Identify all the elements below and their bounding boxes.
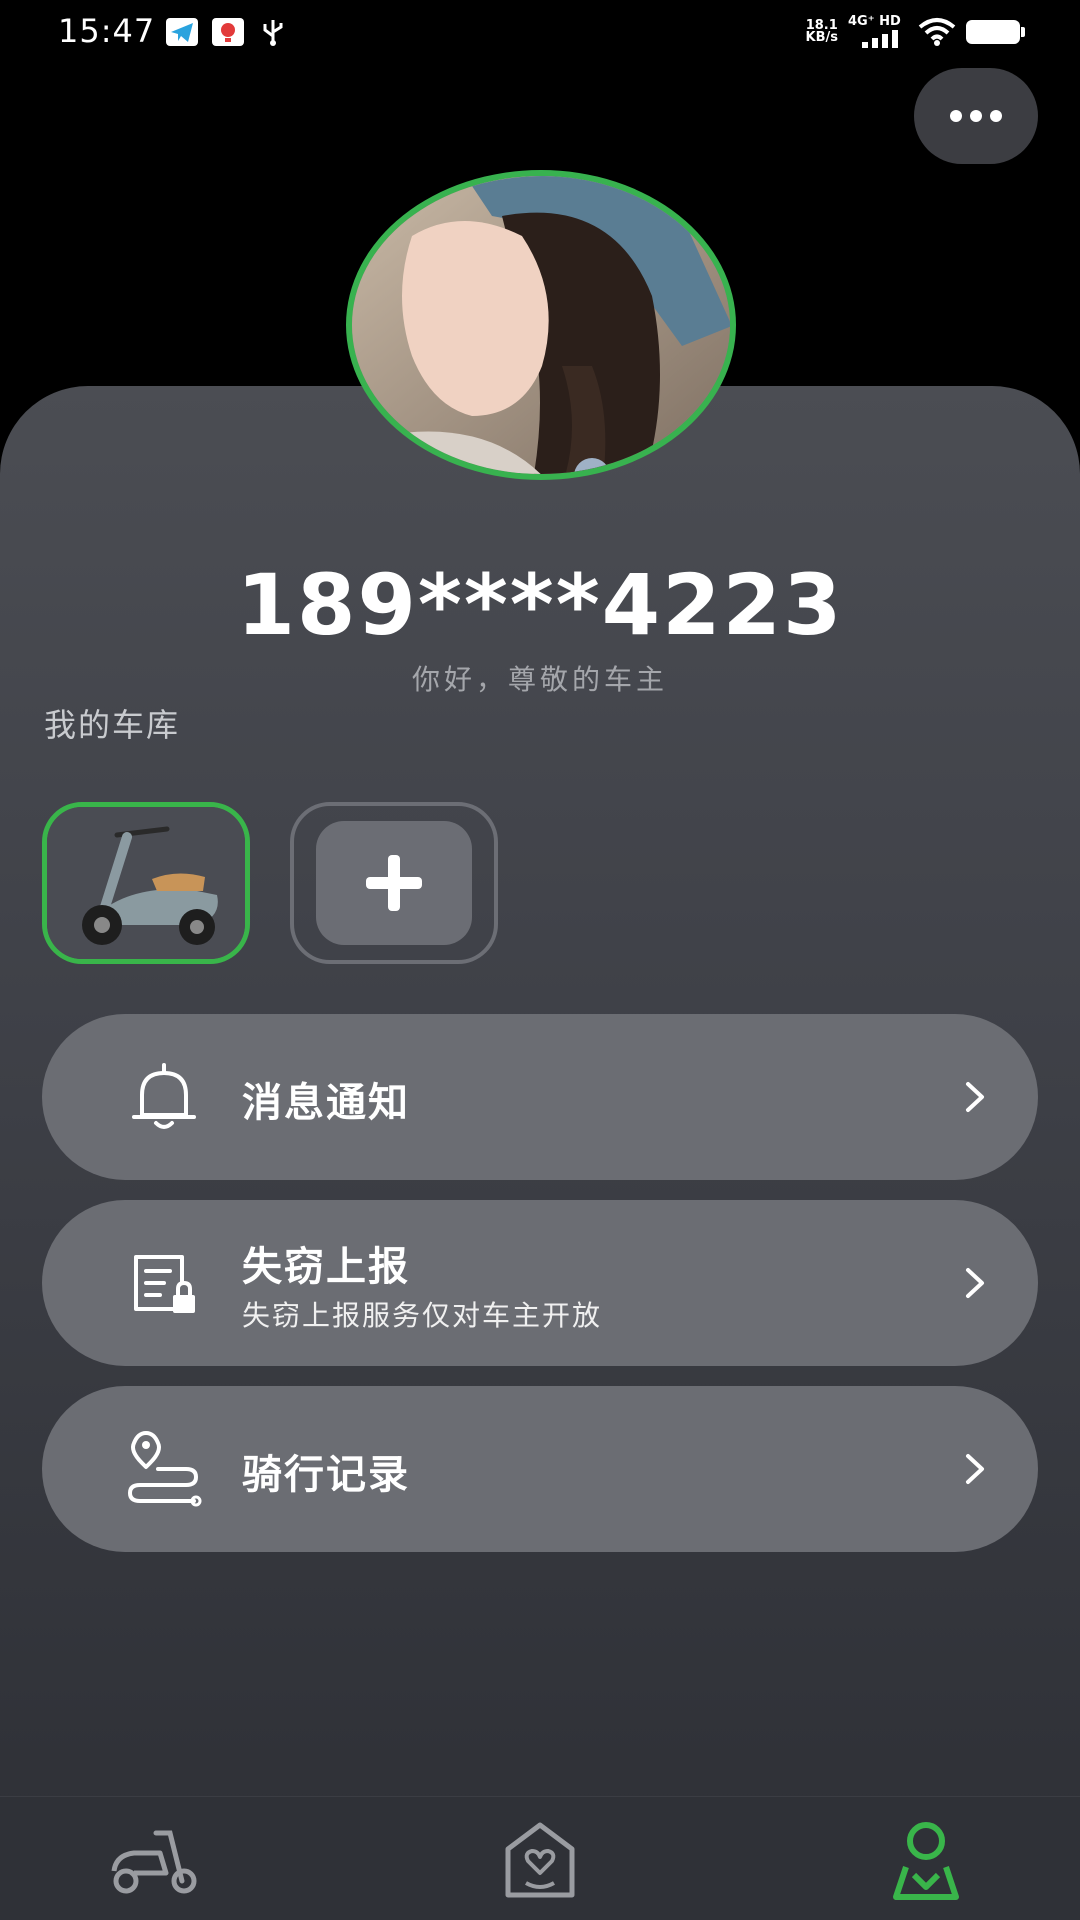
usb-icon: [263, 20, 283, 46]
more-dot: [990, 110, 1002, 122]
more-dots-icon: [950, 110, 962, 122]
menu-title: 骑行记录: [242, 1452, 410, 1498]
wifi-icon: [918, 18, 956, 46]
garage-label: 我的车库: [44, 706, 181, 744]
chevron-right-icon: [966, 1268, 984, 1298]
vehicle-tile[interactable]: [42, 802, 250, 964]
greeting-text: 你好，尊敬的车主: [411, 663, 668, 696]
notification-app-icon: [212, 18, 244, 46]
avatar[interactable]: [346, 170, 736, 480]
home-heart-icon[interactable]: [490, 1811, 590, 1911]
more-dot: [970, 110, 982, 122]
status-time: 15:47: [58, 12, 156, 50]
telegram-icon: [166, 18, 198, 46]
menu-subtitle: 失窃上报服务仅对车主开放: [242, 1299, 603, 1332]
net-speed-unit: KB/s: [805, 30, 838, 45]
scooter-image: [47, 807, 245, 959]
scooter-tab-icon[interactable]: [104, 1811, 204, 1911]
menu-item-notifications[interactable]: 消息通知: [42, 1014, 1038, 1180]
bell-icon: [132, 1063, 196, 1129]
menu-title: 消息通知: [242, 1080, 410, 1126]
menu-item-ride-records[interactable]: 骑行记录: [42, 1386, 1038, 1552]
status-right: 18.1 KB/s 4G⁺ HD: [805, 14, 1025, 50]
plus-icon: [366, 855, 422, 911]
profile-map-icon[interactable]: [876, 1811, 976, 1911]
battery-icon: [966, 20, 1025, 44]
net-speed: 18.1 KB/s: [805, 19, 838, 45]
menu-title: 失窃上报: [242, 1244, 410, 1290]
signal-label: 4G⁺ HD: [848, 14, 901, 29]
bottom-nav: [0, 1796, 1080, 1920]
menu-item-theft-report[interactable]: 失窃上报 失窃上报服务仅对车主开放: [42, 1200, 1038, 1366]
report-lock-icon: [134, 1255, 195, 1313]
chevron-right-icon: [966, 1082, 984, 1112]
chevron-right-icon: [966, 1454, 984, 1484]
add-vehicle-button[interactable]: [290, 802, 498, 964]
signal-icon: 4G⁺ HD: [848, 14, 908, 50]
status-bar: 15:47 18.1 KB/s 4G⁺ HD: [0, 0, 1080, 66]
add-vehicle-inner: [316, 821, 472, 945]
more-button[interactable]: [914, 68, 1038, 164]
avatar-photo: [352, 176, 730, 474]
phone-number: 189****4223: [236, 556, 844, 654]
route-pin-icon: [127, 1431, 202, 1507]
